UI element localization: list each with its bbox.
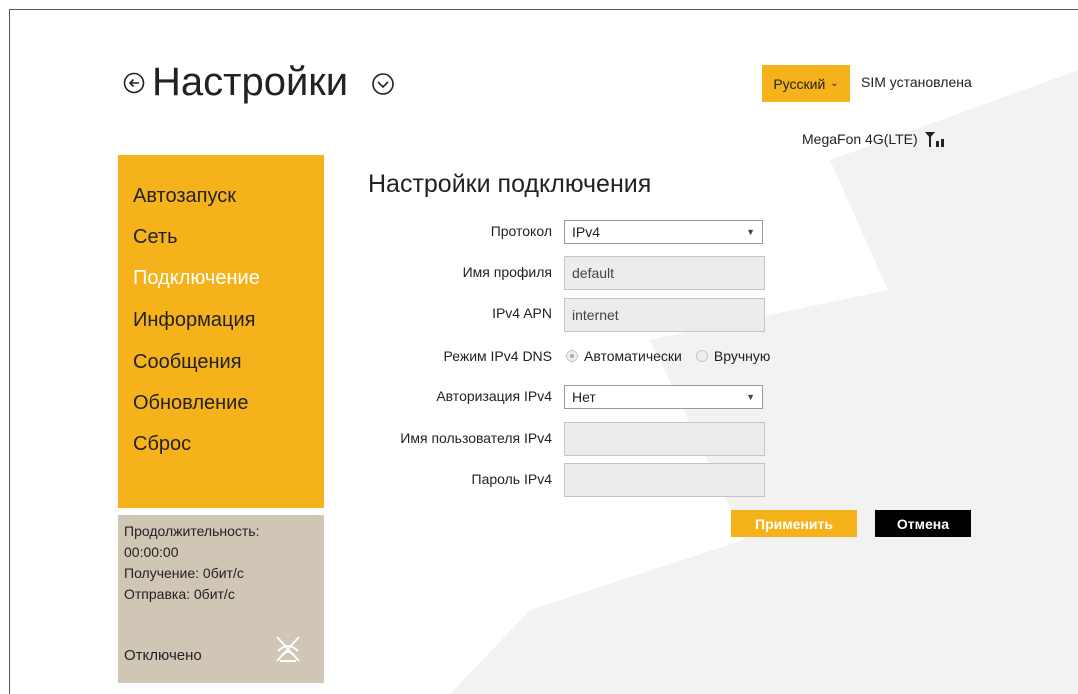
sidebar-item-reset[interactable]: Сброс [133, 433, 191, 456]
auth-label: Авторизация IPv4 [436, 388, 552, 404]
app-window: Настройки Русский ⌄ SIM установлена Mega… [9, 9, 1078, 694]
signal-icon [924, 132, 944, 147]
connection-status-panel: Продолжительность: 00:00:00 Получение: 0… [118, 515, 324, 683]
dns-auto-radio[interactable] [566, 350, 578, 362]
protocol-value: IPv4 [572, 224, 601, 240]
dns-auto-label: Автоматически [584, 348, 682, 364]
apply-button[interactable]: Применить [731, 510, 857, 537]
sidebar-item-messages[interactable]: Сообщения [133, 351, 242, 374]
duration-label: Продолжительность: [124, 523, 260, 539]
sidebar-item-network[interactable]: Сеть [133, 226, 177, 249]
sim-status: SIM установлена [861, 74, 972, 90]
connection-state: Отключено [124, 647, 202, 664]
sidebar-item-autostart[interactable]: Автозапуск [133, 185, 236, 208]
back-icon[interactable] [123, 72, 145, 94]
cancel-button[interactable]: Отмена [875, 510, 971, 537]
language-select[interactable]: Русский ⌄ [762, 65, 850, 102]
sidebar-item-update[interactable]: Обновление [133, 392, 248, 415]
sidebar-item-connection[interactable]: Подключение [133, 267, 260, 290]
disconnected-icon[interactable] [272, 633, 304, 665]
auth-value: Нет [572, 389, 596, 405]
protocol-label: Протокол [490, 223, 552, 239]
operator-name: MegaFon 4G(LTE) [802, 131, 918, 147]
operator-info: MegaFon 4G(LTE) [802, 130, 946, 148]
page-title: Настройки [152, 60, 349, 104]
auth-select[interactable]: Нет ▼ [564, 385, 763, 409]
sent-rate: Отправка: 0бит/с [124, 586, 235, 602]
profile-label: Имя профиля [462, 264, 552, 280]
profile-input[interactable]: default [564, 256, 765, 290]
duration-value: 00:00:00 [124, 544, 179, 560]
password-label: Пароль IPv4 [471, 471, 552, 487]
section-title: Настройки подключения [368, 170, 652, 198]
chevron-down-icon[interactable] [371, 72, 395, 96]
caret-down-icon: ▼ [746, 392, 755, 402]
protocol-select[interactable]: IPv4 ▼ [564, 220, 763, 244]
dns-manual-radio[interactable] [695, 350, 708, 362]
apn-input[interactable]: internet [564, 298, 765, 332]
dns-manual-label: Вручную [713, 348, 771, 364]
sidebar-nav: Автозапуск Сеть Подключение Информация С… [118, 155, 324, 508]
caret-down-icon: ▼ [746, 227, 755, 237]
received-rate: Получение: 0бит/с [124, 565, 244, 581]
sidebar-item-information[interactable]: Информация [133, 309, 255, 332]
apn-label: IPv4 APN [492, 305, 552, 321]
dns-mode-radio-group: Автоматически Вручную [566, 348, 770, 364]
language-label: Русский [773, 75, 826, 92]
username-label: Имя пользователя IPv4 [400, 430, 552, 446]
chevron-down-icon: ⌄ [830, 78, 839, 89]
password-input[interactable] [564, 463, 765, 497]
dns-mode-label: Режим IPv4 DNS [443, 348, 552, 364]
username-input[interactable] [564, 422, 765, 456]
